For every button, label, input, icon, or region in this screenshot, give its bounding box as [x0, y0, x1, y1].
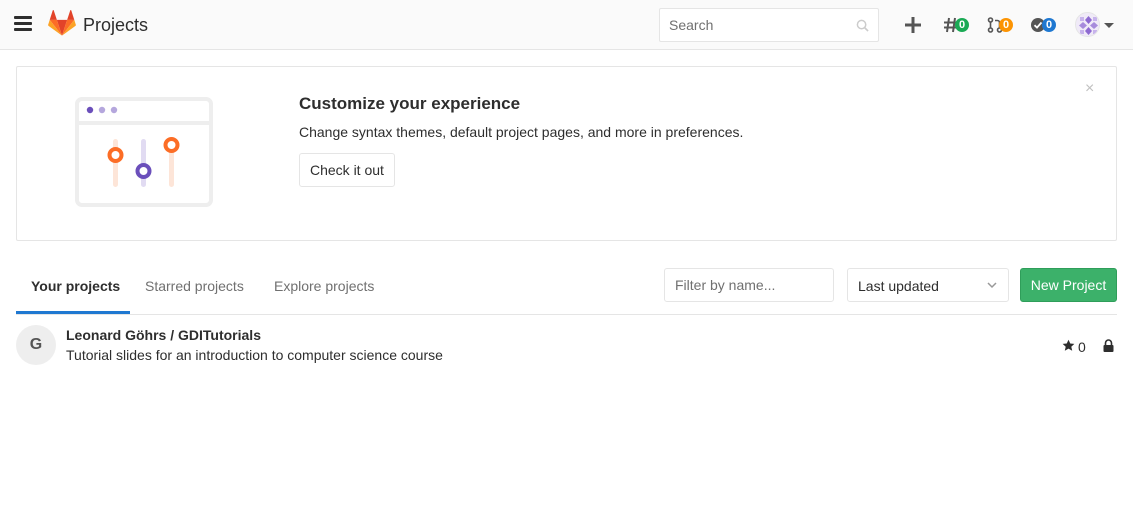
new-project-button[interactable]: New Project [1020, 268, 1117, 302]
user-avatar[interactable] [1075, 12, 1100, 37]
hamburger-menu-icon[interactable] [14, 16, 32, 34]
project-name-link[interactable]: Leonard Göhrs / GDITutorials [66, 327, 261, 343]
page-title: Projects [83, 15, 149, 35]
project-star-count: 0 [1078, 339, 1086, 355]
tab-your-projects[interactable]: Your projects [31, 278, 120, 294]
preferences-illustration [75, 97, 213, 207]
customize-experience-callout: Customize your experience Change syntax … [16, 66, 1117, 241]
top-navbar: Projects 0 0 0 [0, 0, 1133, 50]
search-icon [856, 19, 869, 32]
check-it-out-button[interactable]: Check it out [299, 153, 395, 187]
callout-description: Change syntax themes, default project pa… [299, 124, 744, 140]
gitlab-logo[interactable] [47, 10, 77, 38]
tabs-divider [16, 314, 1117, 315]
tab-starred-projects[interactable]: Starred projects [145, 278, 244, 294]
project-description: Tutorial slides for an introduction to c… [66, 347, 443, 363]
sort-dropdown[interactable]: Last updated [847, 268, 1009, 302]
todos-count-badge[interactable]: 0 [1042, 18, 1056, 32]
issues-count-badge[interactable]: 0 [955, 18, 969, 32]
close-icon[interactable]: × [1085, 81, 1094, 97]
plus-icon[interactable] [903, 15, 923, 35]
chevron-down-icon [987, 282, 997, 289]
callout-title: Customize your experience [299, 94, 521, 113]
user-menu-caret-icon[interactable] [1104, 23, 1114, 28]
project-avatar[interactable]: G [16, 325, 56, 365]
sort-selected-label: Last updated [858, 278, 939, 294]
search-input[interactable] [660, 9, 840, 41]
identicon-icon [1076, 13, 1099, 36]
filter-box[interactable] [664, 268, 834, 302]
lock-icon [1103, 339, 1114, 352]
search-box[interactable] [659, 8, 879, 42]
star-icon [1062, 339, 1075, 351]
tab-explore-projects[interactable]: Explore projects [274, 278, 374, 294]
filter-by-name-input[interactable] [665, 269, 825, 301]
merge-requests-count-badge[interactable]: 0 [999, 18, 1013, 32]
